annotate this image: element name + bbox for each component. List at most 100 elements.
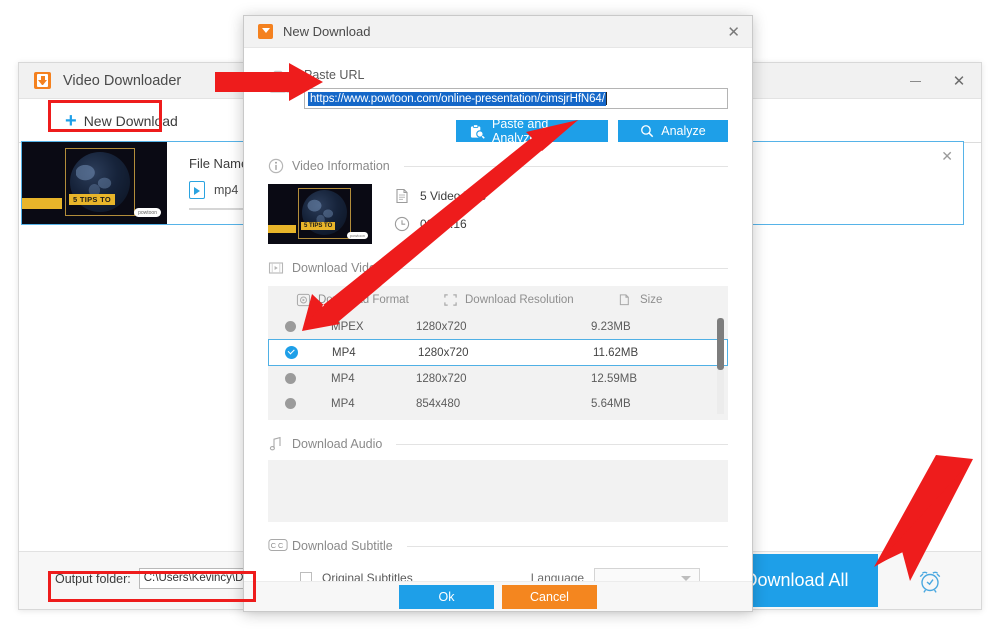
table-scrollbar-thumb[interactable]	[717, 318, 724, 370]
column-header-size-label: Size	[640, 294, 663, 306]
video-information-label: Video Information	[292, 159, 390, 173]
column-header-resolution: Download Resolution	[443, 293, 618, 307]
dialog-footer: Ok Cancel	[244, 581, 752, 611]
table-row[interactable]: MPEX 1280x720 9.23MB	[268, 314, 728, 339]
plus-icon: +	[65, 109, 77, 132]
row-radio-icon[interactable]	[285, 321, 296, 332]
thumbnail-frame-graphic	[65, 148, 135, 216]
ok-button[interactable]: Ok	[399, 584, 494, 609]
clipboard-paste-icon	[268, 70, 298, 96]
download-audio-header: Download Audio	[244, 436, 752, 452]
column-header-format: Download Format	[268, 293, 443, 307]
new-download-dialog: New Download ✕ Paste URL https://www.pow…	[243, 15, 753, 612]
clock-icon	[394, 216, 410, 232]
table-body: MPEX 1280x720 9.23MB MP4 1280x720 11.62M…	[268, 314, 728, 420]
section-divider	[406, 545, 728, 547]
output-folder-label: Output folder:	[55, 571, 131, 586]
clipboard-search-icon	[470, 123, 485, 139]
table-row[interactable]: MP4 854x480 5.64MB	[268, 391, 728, 416]
new-download-label: New Download	[83, 112, 178, 129]
thumbnail-caption: 5 TIPS TO	[301, 222, 336, 230]
row-size: 9.23MB	[591, 320, 631, 333]
video-metadata: 5 Video Tips 00:01:16	[394, 184, 486, 244]
svg-text:C: C	[271, 541, 276, 550]
close-icon[interactable]: ✕	[937, 63, 981, 99]
window-controls: ✕	[893, 63, 981, 99]
music-note-icon	[268, 436, 284, 452]
section-divider	[396, 267, 728, 269]
row-radio-icon[interactable]	[285, 398, 296, 409]
download-format-table: Download Format Download Resolution Size…	[268, 286, 728, 420]
row-format: MP4	[331, 397, 355, 410]
row-resolution: 854x480	[416, 397, 461, 410]
video-information-content: 5 TIPS TO powtoon 5 Video Tips 00:01:16	[244, 174, 752, 244]
download-video-label: Download Video	[292, 261, 383, 275]
column-header-resolution-label: Download Resolution	[465, 294, 574, 306]
search-icon	[640, 124, 654, 138]
paste-and-analyze-label: Paste and Analyze	[492, 117, 549, 145]
text-caret	[605, 92, 607, 105]
paste-url-label: Paste URL	[304, 68, 365, 82]
thumbnail-badge: powtoon	[134, 208, 161, 217]
cc-icon: C C	[268, 538, 288, 554]
thumbnail-caption: 5 TIPS TO	[69, 194, 115, 205]
video-title: 5 Video Tips	[420, 189, 486, 203]
new-download-button[interactable]: + New Download	[65, 111, 178, 131]
video-information-header: Video Information	[244, 158, 752, 174]
screenshot-root: Video Downloader ✕ + New Download i 5 TI…	[0, 0, 1000, 629]
dialog-body: Paste URL https://www.powtoon.com/online…	[244, 48, 752, 611]
dialog-title: New Download	[283, 24, 371, 39]
alarm-clock-icon[interactable]	[916, 567, 944, 595]
row-size: 11.62MB	[593, 346, 639, 359]
column-header-size: Size	[618, 293, 728, 307]
download-audio-list	[268, 460, 728, 522]
row-resolution: 1280x720	[416, 320, 467, 333]
analyze-label: Analyze	[661, 124, 706, 138]
video-duration: 00:01:16	[420, 217, 467, 231]
close-icon[interactable]: ✕	[941, 148, 953, 165]
document-icon	[394, 188, 410, 204]
svg-text:C: C	[278, 541, 283, 550]
crop-frame-icon	[443, 293, 458, 307]
close-icon[interactable]: ✕	[727, 23, 740, 41]
video-file-icon	[189, 181, 205, 199]
file-size-icon	[618, 293, 633, 307]
section-divider	[396, 443, 728, 445]
row-format: MP4	[332, 346, 356, 359]
app-logo-icon	[258, 24, 273, 39]
minimize-icon[interactable]	[893, 63, 937, 99]
row-resolution: 1280x720	[418, 346, 469, 359]
url-input[interactable]: https://www.powtoon.com/online-presentat…	[304, 88, 728, 109]
video-duration-row: 00:01:16	[394, 216, 486, 232]
video-thumbnail: 5 TIPS TO powtoon	[268, 184, 372, 244]
download-subtitle-header: C C Download Subtitle	[244, 538, 752, 554]
analyze-button[interactable]: Analyze	[618, 120, 728, 142]
analyze-button-row: Paste and Analyze Analyze	[304, 117, 728, 145]
row-format: MP4	[331, 372, 355, 385]
info-icon	[268, 158, 284, 174]
dialog-titlebar: New Download ✕	[244, 16, 752, 48]
row-size: 5.64MB	[591, 397, 631, 410]
video-format-icon	[296, 293, 311, 307]
cancel-button[interactable]: Cancel	[502, 584, 597, 609]
column-header-format-label: Download Format	[318, 294, 409, 306]
download-item-thumbnail: 5 TIPS TO powtoon	[22, 142, 167, 224]
row-format: MPEX	[331, 320, 364, 333]
section-divider	[403, 165, 728, 167]
download-subtitle-label: Download Subtitle	[292, 539, 393, 553]
row-radio-icon[interactable]	[285, 346, 298, 359]
thumbnail-accent-bar	[22, 198, 62, 209]
app-logo-icon	[34, 72, 51, 89]
video-title-row: 5 Video Tips	[394, 188, 486, 204]
thumbnail-badge: powtoon	[346, 232, 368, 239]
table-row[interactable]: MP4 1280x720 11.62MB	[268, 339, 728, 366]
paste-and-analyze-button[interactable]: Paste and Analyze	[456, 117, 608, 145]
url-input-value: https://www.powtoon.com/online-presentat…	[308, 91, 606, 106]
paste-url-section: Paste URL https://www.powtoon.com/online…	[244, 48, 752, 145]
page-title: Video Downloader	[63, 72, 182, 89]
row-radio-icon[interactable]	[285, 373, 296, 384]
download-audio-label: Download Audio	[292, 437, 383, 451]
download-video-header: Download Video	[244, 260, 752, 276]
table-row[interactable]: MP4 1280x720 12.59MB	[268, 366, 728, 391]
download-item-format-label: mp4	[214, 183, 239, 197]
